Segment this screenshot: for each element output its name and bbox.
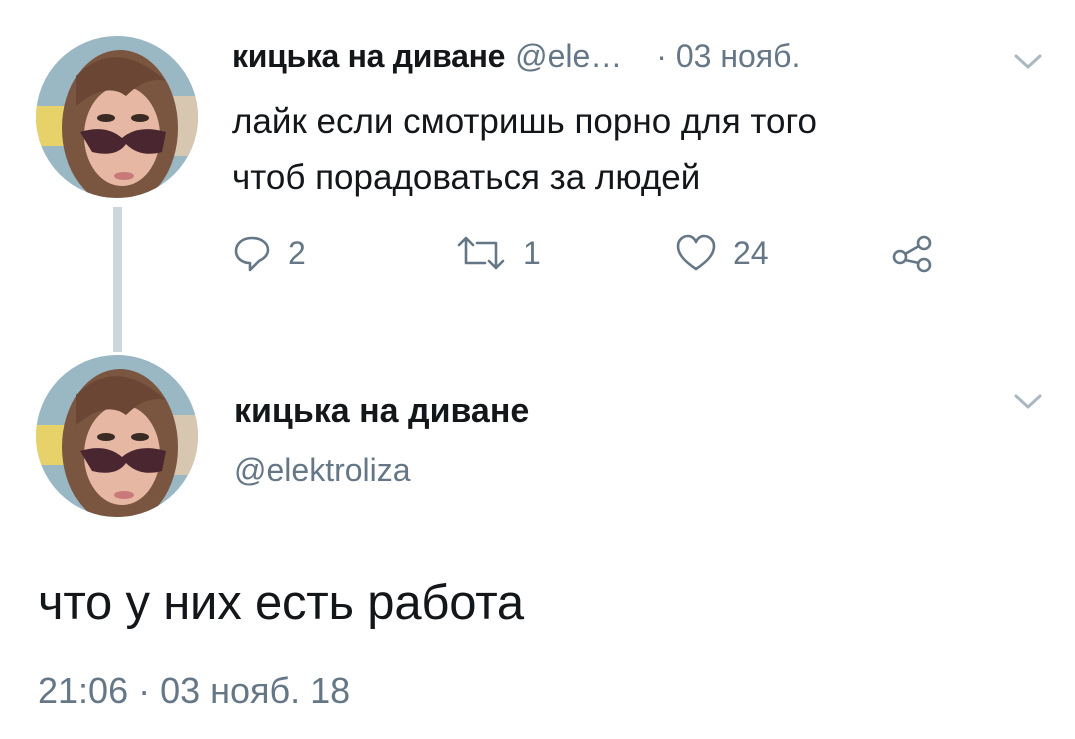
user-handle[interactable]: @elektroliza bbox=[234, 452, 411, 489]
retweet-count: 1 bbox=[523, 234, 541, 271]
display-name[interactable]: кицька на диване bbox=[234, 392, 529, 431]
avatar[interactable] bbox=[36, 355, 198, 517]
like-icon bbox=[675, 233, 717, 273]
tweet-timestamp[interactable]: 21:06 · 03 нояб. 18 bbox=[38, 670, 350, 712]
reply-icon bbox=[232, 233, 272, 273]
tweet-text-line: чтоб порадоваться за людей bbox=[232, 158, 701, 197]
retweet-icon bbox=[455, 233, 507, 273]
thread-connector-line bbox=[113, 207, 122, 352]
tweet-header: кицька на диване @ele… · 03 нояб. bbox=[232, 38, 800, 75]
avatar-photo bbox=[36, 355, 198, 517]
chevron-down-icon[interactable] bbox=[1014, 54, 1042, 70]
avatar[interactable] bbox=[36, 36, 198, 198]
like-button[interactable]: 24 bbox=[675, 233, 769, 273]
user-handle[interactable]: @ele… bbox=[515, 38, 622, 75]
avatar-photo bbox=[36, 36, 198, 198]
chevron-down-icon[interactable] bbox=[1014, 394, 1042, 410]
tweet-text-line: лайк если смотришь порно для того bbox=[232, 102, 817, 141]
reply-button[interactable]: 2 bbox=[232, 233, 306, 273]
tweet-text: что у них есть работа bbox=[38, 576, 524, 630]
display-name[interactable]: кицька на диване bbox=[232, 38, 505, 75]
retweet-button[interactable]: 1 bbox=[455, 233, 541, 273]
share-icon bbox=[890, 233, 934, 273]
tweet-text: лайк если смотришь порно для того чтоб п… bbox=[232, 94, 1022, 206]
reply-count: 2 bbox=[288, 234, 306, 271]
share-button[interactable] bbox=[890, 233, 934, 273]
tweet-date[interactable]: · 03 нояб. bbox=[656, 38, 800, 75]
like-count: 24 bbox=[733, 234, 769, 271]
